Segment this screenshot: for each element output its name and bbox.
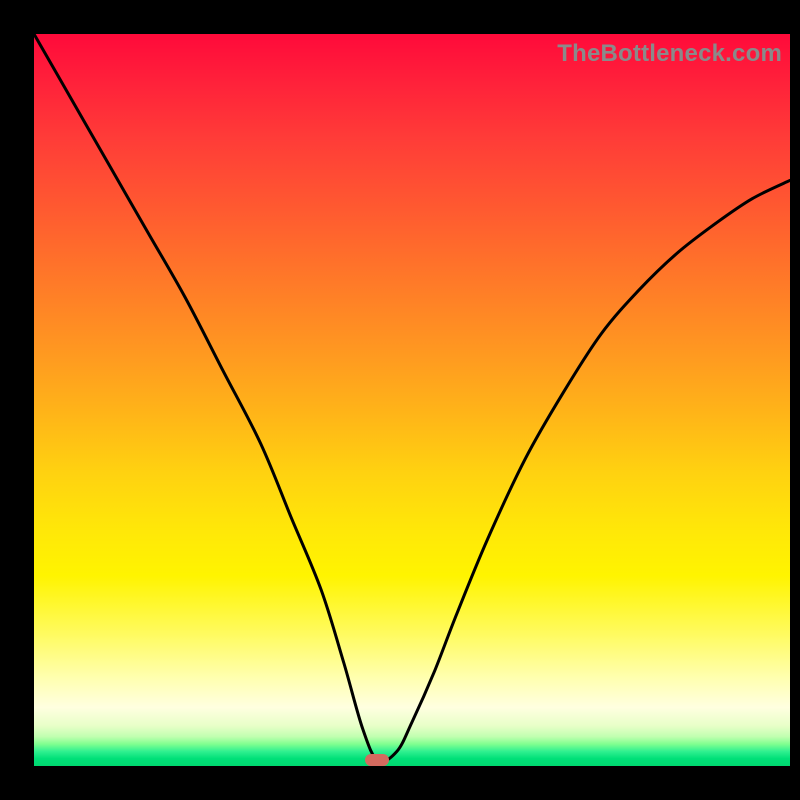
minimum-marker bbox=[365, 754, 389, 766]
chart-frame: TheBottleneck.com bbox=[0, 0, 800, 800]
plot-area: TheBottleneck.com bbox=[34, 34, 790, 766]
bottleneck-curve bbox=[34, 34, 790, 766]
